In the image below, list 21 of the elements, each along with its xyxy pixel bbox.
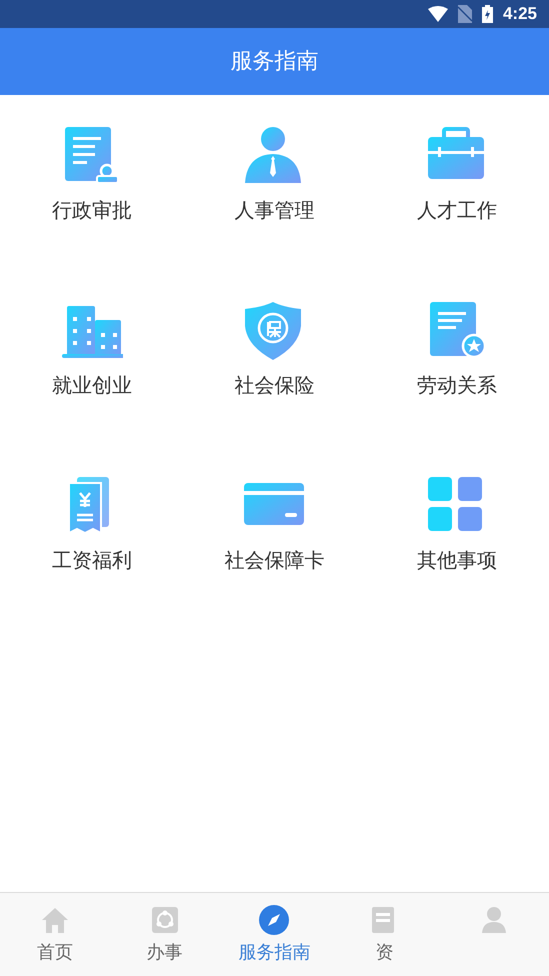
no-sim-icon [458, 5, 472, 23]
service-label[interactable]: 人才工作 [416, 195, 497, 225]
service-label[interactable]: 其他事项 [416, 545, 497, 575]
nav-tab[interactable]: 资 [329, 893, 440, 976]
nav-tab[interactable]: 办事 [110, 893, 220, 976]
wifi-icon [428, 6, 448, 22]
service-label[interactable]: 工资福利 [52, 545, 132, 575]
service-label[interactable]: 行政审批 [52, 195, 132, 225]
service-label[interactable]: 社会保险 [234, 370, 314, 400]
page-title: 服务指南 [230, 48, 318, 76]
service-label[interactable]: 就业创业 [52, 370, 132, 400]
service-label[interactable]: 人事管理 [234, 195, 314, 225]
service-label[interactable]: 劳动关系 [416, 370, 497, 400]
nav-tab[interactable]: 服务指南 [220, 893, 330, 976]
share-icon [150, 905, 180, 935]
battery-icon [482, 5, 493, 23]
compass-icon [259, 905, 290, 935]
home-icon [40, 905, 70, 935]
service-label[interactable]: 社会保障卡 [224, 545, 324, 575]
nav-tab[interactable]: 首页 [0, 893, 110, 976]
clock: 4:25 [502, 3, 537, 26]
